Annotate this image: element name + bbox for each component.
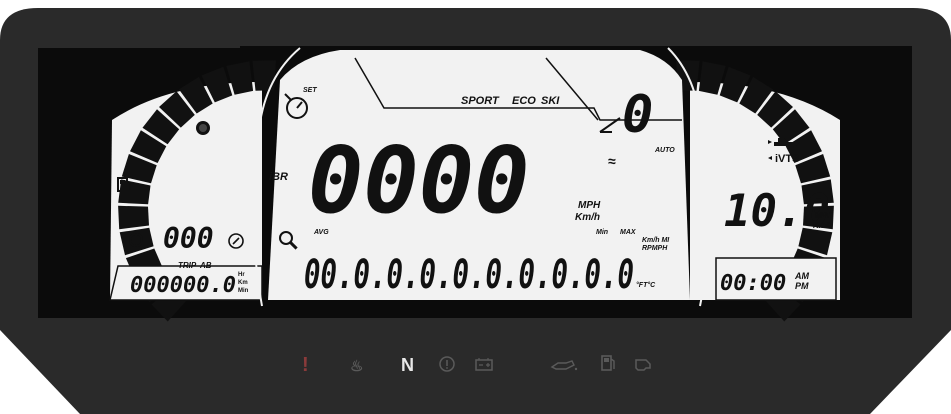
min-label: Min [596,229,608,236]
odometer-value: 00.0.0.0.0.0.0.0.0.0 [304,252,634,298]
trip-ab: AB [199,261,212,270]
mode-eco[interactable]: ECO [512,95,536,107]
auto-label: AUTO [654,147,675,154]
gear-value: 0 [622,85,653,145]
small-readout: 000 [163,222,214,255]
trip-label: TRIP [178,261,197,270]
avg-label: AVG [313,229,329,236]
mode-ski[interactable]: SKI [541,95,560,107]
neutral-indicator: N [401,355,414,375]
speed-unit-mph: MPH [578,200,601,211]
unit-labels-top: Km/h MI [642,237,670,244]
gauge-cluster: 000 TRIP AB 000000.0 Hr Km Min iVTS 10.0… [0,0,951,414]
trip-unit-hr: Hr [238,272,245,278]
water-waves-icon: ≈ [608,153,616,169]
trim-unit-kmh: Km/h [813,221,833,230]
ivts-label: iVTS [775,153,799,165]
arc-segment [252,60,276,91]
engine-temp-icon: ♨ [350,358,363,375]
speed-unit-kmh: Km/h [575,212,600,223]
center-lcd: SET SPORT ECO SKI 0 AUTO iBR 0000 ≈ MPH … [252,47,711,307]
trip-value: 000000.0 [130,273,236,298]
main-speed: 0000 [308,127,530,234]
ibr-label: iBR [269,171,288,183]
temp-units: °FT°C [636,281,656,289]
speed-set-label: SET [303,87,317,94]
trip-unit-km: Km [238,280,248,286]
trip-unit-min: Min [238,288,249,294]
unit-labels-mid: RPMPH [642,245,668,252]
clock-am: AM [794,271,809,281]
clock-value: 00:00 [720,271,786,296]
max-label: MAX [620,229,637,236]
arc-segment [118,205,149,230]
warning-icon: ! [302,354,309,376]
mode-sport[interactable]: SPORT [461,95,500,107]
trim-unit-mph: MPH [815,211,833,220]
clock-pm: PM [795,281,809,291]
